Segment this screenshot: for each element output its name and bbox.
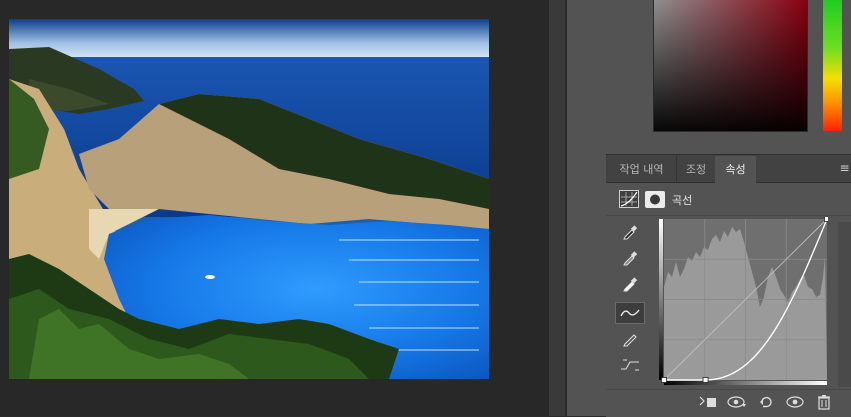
output-gradient-bar (659, 219, 663, 380)
panel-dock-divider (549, 0, 565, 416)
color-saturation-field[interactable] (653, 0, 808, 132)
visibility-eye-glyph (786, 396, 804, 408)
curve-point-icon[interactable] (615, 302, 645, 324)
bay-photo-illustration (9, 19, 489, 379)
clip-to-layer-glyph (699, 396, 716, 407)
curve-control-point[interactable] (661, 377, 667, 383)
eyedropper-gray-glyph (623, 251, 638, 266)
properties-title: 곡선 (672, 194, 693, 207)
clip-to-layer-icon[interactable] (697, 392, 719, 412)
tab-history[interactable]: 작업 내역 (611, 156, 672, 183)
properties-header (606, 183, 851, 216)
visibility-eye-icon[interactable] (784, 392, 806, 412)
color-field-gradient (654, 0, 807, 131)
curves-adjustment-glyph (620, 191, 638, 207)
document-image[interactable] (9, 19, 489, 379)
eyedropper-white-glyph (623, 277, 638, 292)
tab-adjustments[interactable]: 조정 (676, 156, 715, 183)
curves-graph-svg (659, 216, 830, 385)
collapsed-panel-strip (566, 0, 607, 416)
pencil-icon[interactable] (615, 328, 645, 350)
trash-icon[interactable] (813, 392, 835, 412)
hue-slider[interactable] (823, 0, 842, 131)
document-canvas[interactable] (0, 0, 549, 416)
curve-control-point[interactable] (702, 377, 709, 383)
reset-icon[interactable] (755, 392, 777, 412)
curves-graph[interactable] (658, 216, 830, 387)
tab-properties[interactable]: 속성 (715, 156, 756, 183)
hue-strip-gradient (823, 0, 842, 131)
view-previous-state-icon[interactable] (726, 392, 748, 412)
curve-control-point[interactable] (824, 216, 830, 222)
eyedropper-gray-icon[interactable] (615, 247, 645, 269)
smooth-curve-glyph (621, 359, 639, 371)
trash-glyph (818, 395, 830, 410)
eyedropper-white-icon[interactable] (615, 273, 645, 295)
panel-scrollbar[interactable] (838, 222, 851, 387)
pencil-glyph (623, 334, 637, 347)
smooth-curve-icon[interactable] (615, 354, 645, 376)
input-gradient-bar (664, 381, 827, 385)
reset-glyph (760, 396, 772, 408)
eyedropper-black-glyph (623, 225, 638, 240)
curves-adjustment-icon[interactable] (619, 190, 639, 208)
view-previous-state-glyph (727, 396, 746, 408)
mask-icon[interactable] (645, 191, 665, 208)
curve-point-glyph (620, 309, 640, 317)
panel-menu-icon[interactable]: ≡ (838, 160, 851, 176)
mask-glyph (650, 194, 660, 205)
eyedropper-black-icon[interactable] (615, 221, 645, 243)
